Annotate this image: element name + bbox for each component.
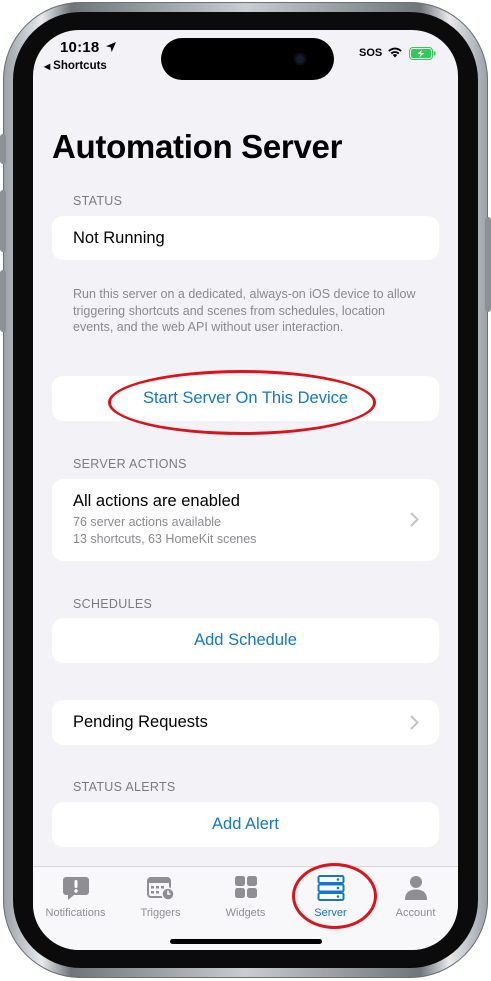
camera-icon <box>294 53 306 65</box>
pending-requests-card[interactable]: Pending Requests <box>52 700 439 745</box>
status-time: 10:18 <box>60 39 100 56</box>
home-indicator[interactable] <box>170 939 322 944</box>
add-alert-button[interactable]: Add Alert <box>52 815 439 834</box>
status-card: Not Running <box>52 216 439 260</box>
volume-up-button <box>0 190 6 252</box>
tab-label-triggers: Triggers <box>140 907 181 919</box>
calendar-clock-icon <box>146 877 175 901</box>
page-title: Automation Server <box>52 128 343 165</box>
tab-label-notifications: Notifications <box>45 907 106 919</box>
server-actions-breakdown: 13 shortcuts, 63 HomeKit scenes <box>73 532 257 546</box>
add-schedule-card[interactable]: Add Schedule <box>52 618 439 663</box>
back-triangle-icon: ◀ <box>44 62 51 71</box>
add-schedule-button[interactable]: Add Schedule <box>52 631 439 650</box>
exclamation-bubble-icon <box>62 877 89 900</box>
power-button <box>485 217 491 312</box>
server-actions-title: All actions are enabled <box>73 492 240 510</box>
tab-label-widgets: Widgets <box>225 907 266 919</box>
battery-charging-icon <box>409 47 436 60</box>
wifi-icon <box>388 47 402 58</box>
back-to-app-link[interactable]: ◀ Shortcuts <box>44 60 107 72</box>
person-icon <box>404 876 427 900</box>
tab-notifications[interactable]: Notifications <box>33 875 118 919</box>
tab-bar: Notifications Triggers Widgets Server Ac… <box>33 866 458 950</box>
grid-icon <box>234 876 257 898</box>
tab-account[interactable]: Account <box>373 875 458 919</box>
chevron-right-icon <box>410 512 419 527</box>
tab-triggers[interactable]: Triggers <box>118 875 203 919</box>
annotation-circle-server-tab <box>292 863 377 929</box>
status-alerts-header: STATUS ALERTS <box>73 780 176 794</box>
status-footnote: Run this server on a dedicated, always-o… <box>73 287 416 334</box>
screen: 10:18 ◀ Shortcuts SOS Automation Server S… <box>33 30 458 950</box>
location-arrow-icon <box>106 42 116 52</box>
carrier-sos: SOS <box>359 47 383 59</box>
dynamic-island <box>161 38 334 80</box>
annotation-circle-start-server <box>108 370 376 435</box>
add-alert-card[interactable]: Add Alert <box>52 802 439 847</box>
server-actions-header: SERVER ACTIONS <box>73 457 187 471</box>
back-app-label: Shortcuts <box>53 60 107 72</box>
pending-requests-label: Pending Requests <box>73 713 208 731</box>
volume-down-button <box>0 270 6 332</box>
tab-label-account: Account <box>395 907 436 919</box>
server-actions-card[interactable]: All actions are enabled 76 server action… <box>52 479 439 561</box>
status-value: Not Running <box>73 229 165 247</box>
server-actions-count: 76 server actions available <box>73 515 221 529</box>
schedules-header: SCHEDULES <box>73 597 153 611</box>
mute-switch <box>0 134 6 164</box>
chevron-right-icon <box>410 715 419 730</box>
status-section-header: STATUS <box>73 194 123 208</box>
tab-widgets[interactable]: Widgets <box>203 875 288 919</box>
